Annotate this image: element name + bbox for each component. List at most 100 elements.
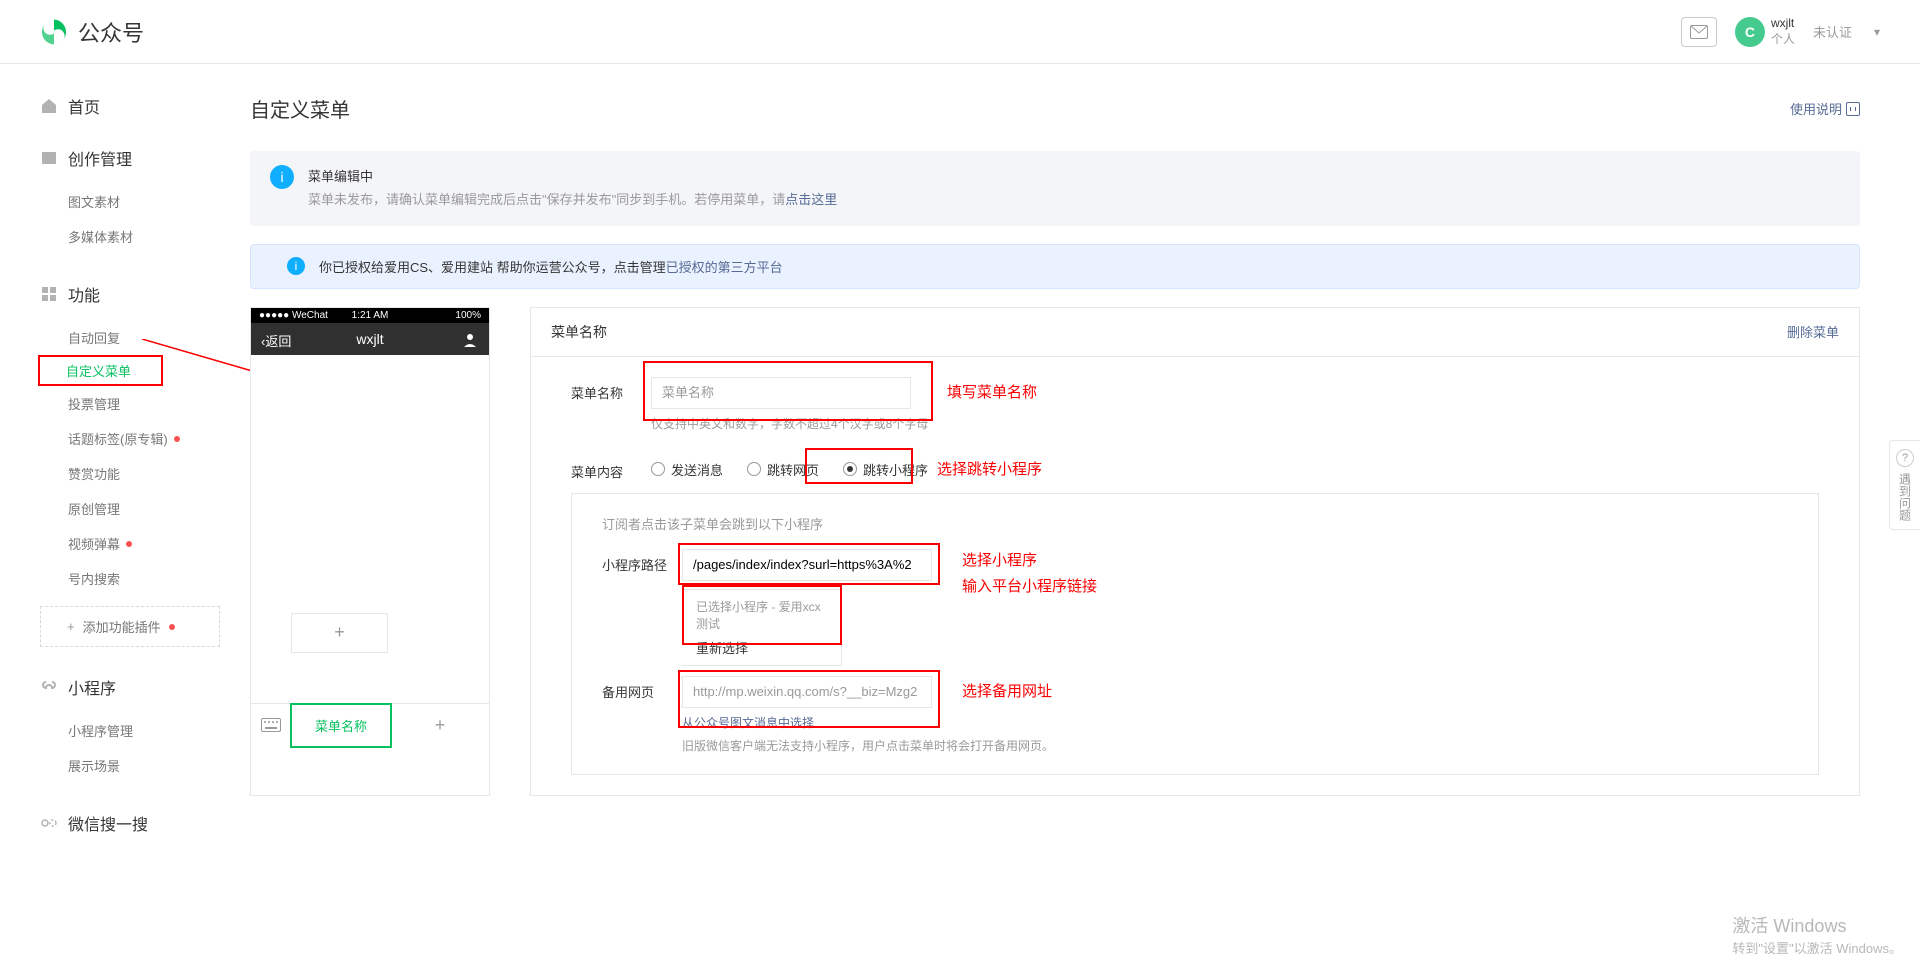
phone-statusbar: ●●●●● WeChat 1:21 AM 100%	[251, 308, 489, 323]
nav-item-in-account-search[interactable]: 号内搜索	[40, 561, 220, 596]
radio-icon	[651, 462, 665, 476]
nav-section-label: 创作管理	[68, 146, 132, 170]
avatar: C	[1735, 17, 1765, 47]
label-menu-name: 菜单名称	[571, 377, 651, 402]
form-panel: 菜单名称 删除菜单 菜单名称 仅支持中英文和数字，字数不超过4个汉字或8个字母 …	[530, 307, 1860, 796]
radio-icon	[747, 462, 761, 476]
select-from-article-link[interactable]: 从公众号图文消息中选择	[682, 714, 814, 731]
form-head: 菜单名称 删除菜单	[531, 308, 1859, 357]
user-info: wxjlt 个人	[1771, 16, 1795, 47]
backup-url-input[interactable]	[682, 676, 932, 708]
page-title: 自定义菜单	[250, 94, 350, 123]
chevron-down-icon[interactable]: ▾	[1874, 25, 1880, 39]
sidebar: 首页 创作管理 图文素材 多媒体素材 功能 自动回复 自定义菜单	[0, 64, 220, 893]
wechat-mp-logo-icon	[40, 18, 68, 46]
plus-icon: +	[67, 619, 75, 634]
backup-help: 旧版微信客户端无法支持小程序，用户点击菜单时将会打开备用网页。	[682, 737, 1788, 754]
menu-name-help: 仅支持中英文和数字，字数不超过4个汉字或8个字母	[651, 415, 1819, 432]
alert-authorized: i 你已授权给爱用CS、爱用建站 帮助你运营公众号，点击管理已授权的第三方平台	[250, 244, 1860, 289]
plus-icon: +	[435, 715, 446, 736]
delete-menu-link[interactable]: 删除菜单	[1787, 322, 1839, 341]
red-dot-icon	[169, 624, 175, 630]
alert-body: 你已授权给爱用CS、爱用建站 帮助你运营公众号，点击管理	[319, 260, 666, 275]
nav-home[interactable]: 首页	[40, 94, 220, 118]
nav-section-creation[interactable]: 创作管理	[40, 146, 220, 170]
nav-item-reward[interactable]: 赞赏功能	[40, 456, 220, 491]
mp-path-input[interactable]	[682, 549, 932, 581]
nav-item-mp-showcase[interactable]: 展示场景	[40, 748, 220, 783]
phone-battery: 100%	[455, 310, 481, 321]
form-head-title: 菜单名称	[551, 322, 607, 342]
radio-jump-miniprogram[interactable]: 跳转小程序	[843, 460, 928, 479]
header: 公众号 C wxjlt 个人 未认证 ▾	[0, 0, 1920, 64]
nav-section-label: 功能	[68, 282, 100, 306]
selected-mp-box: 已选择小程序 - 爱用xcx测试 重新选择	[682, 589, 842, 666]
alert-editing: i 菜单编辑中 菜单未发布，请确认菜单编辑完成后点击"保存并发布"同步到手机。若…	[250, 151, 1860, 226]
function-icon	[40, 285, 58, 303]
nav-section-label: 微信搜一搜	[68, 811, 148, 835]
add-plugin-button[interactable]: + 添加功能插件	[40, 606, 220, 647]
plus-icon: +	[334, 622, 345, 643]
phone-title-text: wxjlt	[356, 331, 383, 347]
search-section-icon	[40, 814, 58, 832]
mail-icon[interactable]	[1681, 17, 1717, 47]
reselect-link[interactable]: 重新选择	[696, 638, 827, 657]
nav-item-original[interactable]: 原创管理	[40, 491, 220, 526]
instructions-link[interactable]: 使用说明	[1790, 99, 1860, 118]
brand-text: 公众号	[78, 16, 144, 48]
main: 自定义菜单 使用说明 i 菜单编辑中 菜单未发布，请确认菜单编辑完成后点击"保存…	[220, 64, 1920, 893]
nav-item-topic-tag[interactable]: 话题标签(原专辑)	[40, 421, 220, 456]
phone-carrier: ●●●●● WeChat	[259, 310, 328, 321]
label-mp-path: 小程序路径	[602, 549, 682, 574]
radio-jump-webpage[interactable]: 跳转网页	[747, 460, 819, 479]
phone-preview: ●●●●● WeChat 1:21 AM 100% ‹返回 wxjlt + 菜单…	[250, 307, 490, 796]
alert-link[interactable]: 已授权的第三方平台	[666, 260, 783, 275]
nav-item-video-danmu[interactable]: 视频弹幕	[40, 526, 220, 561]
miniprogram-icon	[40, 678, 58, 696]
logo[interactable]: 公众号	[40, 16, 144, 48]
user-name: wxjlt	[1771, 16, 1795, 32]
phone-time: 1:21 AM	[352, 310, 389, 321]
creation-icon	[40, 149, 58, 167]
header-right: C wxjlt 个人 未认证 ▾	[1681, 16, 1880, 47]
nav-section-miniprogram[interactable]: 小程序	[40, 675, 220, 699]
phone-titlebar: ‹返回 wxjlt	[251, 323, 489, 355]
nav-home-label: 首页	[68, 94, 100, 118]
menu-name-input[interactable]	[651, 377, 911, 409]
user-block[interactable]: C wxjlt 个人	[1735, 16, 1795, 47]
alert-title: 菜单编辑中	[308, 165, 837, 188]
miniprogram-subpanel: 订阅者点击该子菜单会跳到以下小程序 小程序路径 已选择小程序 - 爱用xcx测试…	[571, 493, 1819, 775]
verify-status: 未认证	[1813, 22, 1852, 41]
radio-icon	[843, 462, 857, 476]
phone-menu-bar: 菜单名称 +	[251, 703, 489, 747]
red-dot-icon	[174, 436, 180, 442]
phone-submenu-add[interactable]: +	[291, 613, 388, 653]
nav-section-function[interactable]: 功能	[40, 282, 220, 306]
label-menu-content: 菜单内容	[571, 456, 651, 481]
feedback-tab[interactable]: ? 遇到问题	[1889, 440, 1920, 530]
phone-user-icon[interactable]	[461, 331, 479, 349]
info-icon: i	[287, 257, 305, 275]
info-icon: i	[270, 165, 294, 189]
nav-item-mp-manage[interactable]: 小程序管理	[40, 713, 220, 748]
radio-send-message[interactable]: 发送消息	[651, 460, 723, 479]
phone-menu-add[interactable]: +	[391, 704, 489, 747]
phone-menu-1[interactable]: 菜单名称	[290, 703, 392, 748]
red-dot-icon	[126, 541, 132, 547]
windows-watermark: 激活 Windows 转到"设置"以激活 Windows。	[1732, 912, 1902, 957]
nav-section-label: 小程序	[68, 675, 116, 699]
question-icon: ?	[1896, 449, 1914, 467]
keyboard-icon[interactable]	[251, 704, 291, 747]
label-backup-url: 备用网页	[602, 676, 682, 701]
selected-mp-title: 已选择小程序 - 爱用xcx测试	[696, 598, 827, 632]
phone-back-button[interactable]: ‹返回	[261, 331, 291, 350]
phone-body: +	[251, 355, 489, 703]
subpanel-desc: 订阅者点击该子菜单会跳到以下小程序	[602, 514, 1788, 533]
alert-link[interactable]: 点击这里	[785, 192, 837, 207]
nav-item-graphic-material[interactable]: 图文素材	[40, 184, 220, 219]
home-icon	[40, 97, 58, 115]
user-role: 个人	[1771, 32, 1795, 48]
nav-item-multimedia-material[interactable]: 多媒体素材	[40, 219, 220, 254]
alert-body: 菜单未发布，请确认菜单编辑完成后点击"保存并发布"同步到手机。若停用菜单，请	[308, 192, 785, 207]
nav-section-search[interactable]: 微信搜一搜	[40, 811, 220, 835]
